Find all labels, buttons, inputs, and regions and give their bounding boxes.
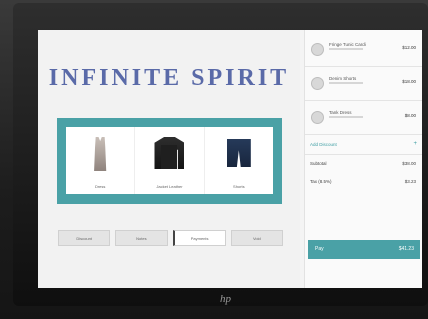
divider (305, 134, 422, 135)
tax-label: Tax (8.5%) (310, 179, 332, 184)
product-label: Shorts (233, 184, 245, 189)
tax-row: Tax (8.5%) $3.23 (305, 176, 422, 188)
product-tile-dress[interactable]: Dress (66, 127, 136, 194)
product-list: Dress Jacket Leather Shorts (66, 127, 273, 194)
payments-button[interactable]: Payments (172, 230, 226, 246)
hp-logo: hp (220, 293, 231, 305)
product-label: Jacket Leather (156, 184, 183, 189)
item-name: Tank Dress (329, 110, 352, 115)
cart-panel: Fringe Tunic Cardi $12.00 Denim Shorts $… (304, 30, 422, 288)
pay-button[interactable]: Pay $41.23 (308, 240, 420, 259)
subtotal-row: Subtotal $38.00 (305, 158, 422, 170)
product-carousel: Dress Jacket Leather Shorts (57, 118, 282, 204)
jacket-body (161, 145, 178, 169)
notes-button[interactable]: Notes (115, 230, 168, 246)
divider (305, 66, 422, 67)
pos-device: INFINITE SPIRIT Dress Jacket Leather Sho (0, 0, 428, 319)
item-detail (329, 116, 363, 118)
void-button[interactable]: Void (230, 230, 283, 246)
plus-icon: + (413, 141, 417, 147)
item-detail (329, 48, 363, 50)
product-tile-shorts[interactable]: Shorts (205, 127, 273, 194)
add-discount-row[interactable]: Add Discount + (305, 138, 422, 152)
item-thumbnail (311, 111, 324, 124)
item-price: $18.00 (402, 79, 416, 84)
subtotal-label: Subtotal (310, 161, 327, 166)
pos-screen: INFINITE SPIRIT Dress Jacket Leather Sho (38, 30, 422, 288)
product-label: Dress (94, 184, 106, 189)
divider (305, 154, 422, 155)
pay-total: $41.23 (398, 246, 414, 252)
item-price: $8.00 (404, 113, 416, 118)
shorts-icon (226, 139, 251, 167)
item-name: Fringe Tunic Cardi (329, 42, 366, 47)
cart-line-item[interactable]: Denim Shorts $18.00 (305, 70, 422, 98)
item-price: $12.00 (402, 45, 416, 50)
action-buttons: Discount Notes Payments Void (58, 230, 283, 246)
tax-value: $3.23 (404, 179, 416, 184)
subtotal-value: $38.00 (402, 161, 416, 166)
cart-line-item[interactable]: Tank Dress $8.00 (305, 104, 422, 132)
add-discount-label: Add Discount (310, 142, 337, 147)
divider (305, 100, 422, 101)
item-name: Denim Shorts (329, 76, 357, 81)
brand-title: INFINITE SPIRIT (48, 65, 290, 91)
pay-label: Pay (315, 246, 324, 252)
catalog-panel: INFINITE SPIRIT Dress Jacket Leather Sho (38, 30, 300, 288)
discount-button[interactable]: Discount (58, 230, 111, 246)
tank-top-icon (94, 137, 107, 171)
product-tile-jacket[interactable]: Jacket Leather (135, 127, 205, 194)
item-thumbnail (311, 77, 324, 90)
item-thumbnail (311, 43, 324, 56)
cart-line-item[interactable]: Fringe Tunic Cardi $12.00 (305, 36, 422, 64)
item-detail (329, 82, 363, 84)
